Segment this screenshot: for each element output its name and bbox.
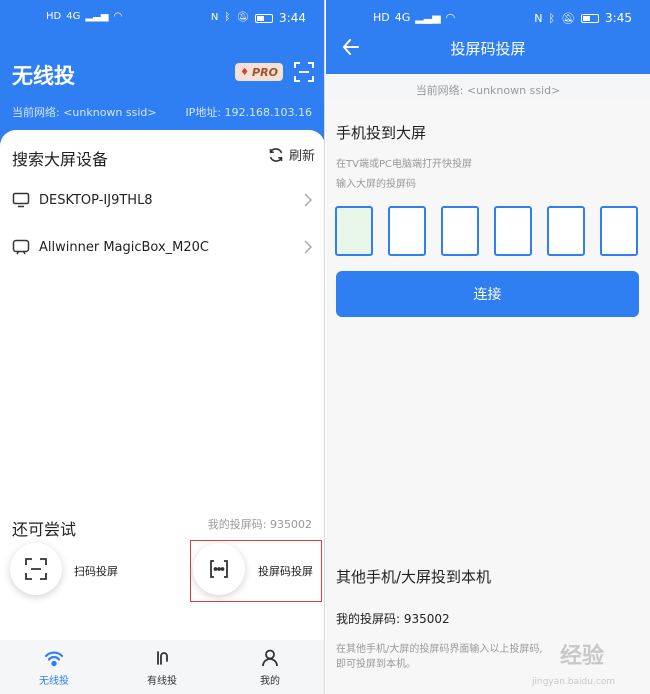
page-title: 投屏码投屏	[450, 40, 526, 58]
chevron-right-icon	[304, 193, 313, 207]
tab-label: 无线投	[39, 676, 69, 687]
status-bar: HD 4G ▂▃▅ ◠ N ᛒ 🔕︎ 3:44	[0, 0, 324, 36]
connect-button[interactable]: 连接	[336, 271, 639, 317]
battery-icon	[255, 13, 274, 23]
pro-label: PRO	[252, 65, 278, 79]
code-digit-input[interactable]	[335, 206, 373, 256]
hint-text: 输入大屏的投屏码	[336, 179, 416, 190]
tv-icon	[12, 239, 30, 255]
cast-to-device-heading: 其他手机/大屏投到本机	[336, 568, 492, 586]
refresh-button[interactable]: 刷新	[268, 145, 315, 164]
monitor-icon	[12, 192, 30, 208]
search-devices-title: 搜索大屏设备	[12, 150, 109, 169]
watermark: 经验	[560, 644, 605, 669]
network-label: 当前网络: <unknown ssid>	[415, 84, 561, 97]
network-type: 4G	[394, 11, 411, 24]
code-digit-input[interactable]	[494, 206, 532, 256]
ip-address: IP地址: 192.168.103.16	[185, 106, 312, 119]
highlight-frame	[190, 540, 322, 602]
bottom-tab-bar: 无线投 有线投 我的	[0, 640, 324, 694]
nfc-icon: N	[534, 11, 543, 25]
network-type: 4G	[66, 11, 81, 22]
my-cast-code: 我的投屏码: 935002	[336, 612, 450, 626]
wifi-status-icon: ◠	[445, 11, 456, 24]
bluetooth-icon: ᛒ	[224, 12, 231, 23]
tab-label: 有线投	[147, 676, 177, 687]
nfc-icon: N	[210, 12, 219, 23]
wireless-cast-screen: HD 4G ▂▃▅ ◠ N ᛒ 🔕︎ 3:44 无线投 ♦ PRO 当前网络: …	[0, 0, 325, 694]
device-item[interactable]: DESKTOP-IJ9THL8	[0, 177, 324, 223]
device-item[interactable]: Allwinner MagicBox_M20C	[0, 224, 324, 270]
network-label: 当前网络: <unknown ssid>	[12, 106, 157, 119]
clock: 3:44	[279, 11, 306, 25]
hd-indicator: HD	[46, 11, 62, 22]
bluetooth-icon: ᛒ	[548, 11, 556, 25]
diamond-icon: ♦	[240, 66, 250, 78]
mute-icon: 🔕︎	[561, 11, 576, 25]
code-digit-input[interactable]	[388, 206, 426, 256]
status-bar-right: N ᛒ 🔕︎ 3:45	[534, 11, 632, 25]
wifi-icon	[44, 651, 64, 667]
scan-cast-label[interactable]: 扫码投屏	[74, 563, 118, 579]
hint-text: 在TV端或PC电脑端打开快投屏	[336, 159, 472, 170]
user-icon	[262, 649, 278, 667]
signal-icon: ▂▃▅	[85, 11, 109, 22]
code-cast-screen: HD 4G ▂▃▅ ◠ N ᛒ 🔕︎ 3:45 投屏码投屏 当前网络: <unk…	[326, 0, 650, 694]
tab-wireless[interactable]: 无线投	[14, 648, 94, 687]
clock: 3:45	[605, 11, 632, 25]
refresh-label: 刷新	[289, 149, 316, 164]
hd-indicator: HD	[373, 11, 390, 24]
scan-icon	[25, 558, 47, 580]
battery-icon	[581, 13, 600, 23]
chevron-right-icon	[304, 240, 313, 254]
code-digit-input[interactable]	[600, 206, 638, 256]
tab-label: 我的	[260, 676, 280, 687]
wifi-status-icon: ◠	[113, 11, 123, 22]
tab-wired[interactable]: 有线投	[122, 648, 202, 687]
cast-to-screen-heading: 手机投到大屏	[336, 124, 427, 142]
description-text: 在其他手机/大屏的投屏码界面输入以上投屏码,	[336, 644, 543, 655]
signal-icon: ▂▃▅	[415, 11, 441, 24]
scan-icon[interactable]	[294, 62, 314, 82]
status-bar-left: HD 4G ▂▃▅ ◠	[373, 11, 455, 24]
tab-mine[interactable]: 我的	[230, 648, 310, 687]
app-title: 无线投	[12, 64, 75, 88]
also-try-title: 还可尝试	[12, 520, 77, 539]
pro-badge[interactable]: ♦ PRO	[235, 63, 283, 81]
description-text: 即可投屏到本机。	[336, 659, 416, 670]
device-name: Allwinner MagicBox_M20C	[39, 239, 210, 255]
my-cast-code: 我的投屏码: 935002	[207, 518, 312, 531]
watermark-url: jingyan.baidu.com	[532, 677, 616, 687]
code-digit-input[interactable]	[547, 206, 585, 256]
cable-icon	[157, 651, 168, 665]
device-name: DESKTOP-IJ9THL8	[39, 192, 153, 208]
content-panel	[326, 102, 650, 694]
scan-cast-button[interactable]	[10, 543, 62, 595]
refresh-icon	[269, 147, 283, 162]
code-digit-input[interactable]	[441, 206, 479, 256]
mute-icon: 🔕︎	[236, 12, 250, 23]
